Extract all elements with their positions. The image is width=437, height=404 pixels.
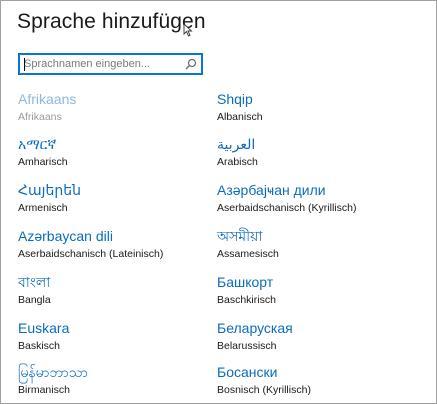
language-item-bashkir[interactable]: Башкорт Baschkirisch [217, 273, 417, 307]
mouse-pointer-icon [183, 23, 193, 37]
language-native-name: မြန်မာဘာသာ [18, 364, 88, 380]
language-native-name: አማርኛ [18, 136, 57, 152]
language-native-name: Afrikaans [18, 91, 77, 107]
language-native-name: Հայերեն [18, 182, 81, 198]
language-german-name: Armenisch [18, 202, 68, 214]
language-native-name: Azərbaycan dili [18, 228, 113, 244]
language-item-burmese[interactable]: မြန်မာဘာသာ Birmanisch [18, 363, 218, 397]
language-german-name: Arabisch [217, 156, 258, 168]
search-icon[interactable] [185, 58, 197, 70]
language-item-armenian[interactable]: Հայերեն Armenisch [18, 181, 218, 215]
language-item-assamese[interactable]: অসমীয়া Assamesisch [217, 227, 417, 261]
language-german-name: Aserbaidschanisch (Kyrillisch) [217, 202, 357, 214]
language-german-name: Bosnisch (Kyrillisch) [217, 384, 311, 396]
language-german-name: Amharisch [18, 156, 68, 168]
language-german-name: Belarussisch [217, 340, 277, 352]
language-item-bangla[interactable]: বাংলা Bangla [18, 273, 218, 307]
language-native-name: Азәрбајҹан дили [217, 182, 326, 198]
language-german-name: Baschkirisch [217, 294, 276, 306]
language-native-name: Босански [217, 364, 278, 380]
search-input[interactable] [24, 56, 174, 72]
language-item-amharic[interactable]: አማርኛ Amharisch [18, 135, 218, 169]
language-item-albanian[interactable]: Shqip Albanisch [217, 90, 417, 124]
language-native-name: Башкорт [217, 274, 274, 290]
language-item-azerbaijani-cyrillic[interactable]: Азәрбајҹан дили Aserbaidschanisch (Kyril… [217, 181, 417, 215]
language-native-name: বাংলা [18, 274, 51, 290]
page-title: Sprache hinzufügen [17, 10, 206, 33]
language-native-name: Беларуская [217, 320, 293, 336]
language-native-name: العربية [217, 136, 256, 152]
language-item-afrikaans: Afrikaans Afrikaans [18, 90, 218, 124]
language-item-arabic[interactable]: العربية Arabisch [217, 135, 417, 169]
language-german-name: Birmanisch [18, 384, 70, 396]
language-item-azerbaijani-latin[interactable]: Azərbaycan dili Aserbaidschanisch (Latei… [18, 227, 218, 261]
language-item-belarusian[interactable]: Беларуская Belarussisch [217, 319, 417, 353]
language-german-name: Assamesisch [217, 248, 279, 260]
language-german-name: Bangla [18, 294, 51, 306]
language-german-name: Albanisch [217, 111, 263, 123]
add-language-dialog: Sprache hinzufügen Afrikaans Afrikaans S… [0, 0, 437, 404]
language-native-name: অসমীয়া [217, 228, 263, 244]
language-item-basque[interactable]: Euskara Baskisch [18, 319, 218, 353]
language-search-box[interactable] [18, 53, 203, 75]
language-german-name: Aserbaidschanisch (Lateinisch) [18, 248, 164, 260]
language-item-bosnian-cyrillic[interactable]: Босански Bosnisch (Kyrillisch) [217, 363, 417, 397]
language-german-name: Baskisch [18, 340, 61, 352]
language-native-name: Euskara [18, 320, 70, 336]
language-native-name: Shqip [217, 91, 253, 107]
language-german-name: Afrikaans [18, 111, 62, 123]
